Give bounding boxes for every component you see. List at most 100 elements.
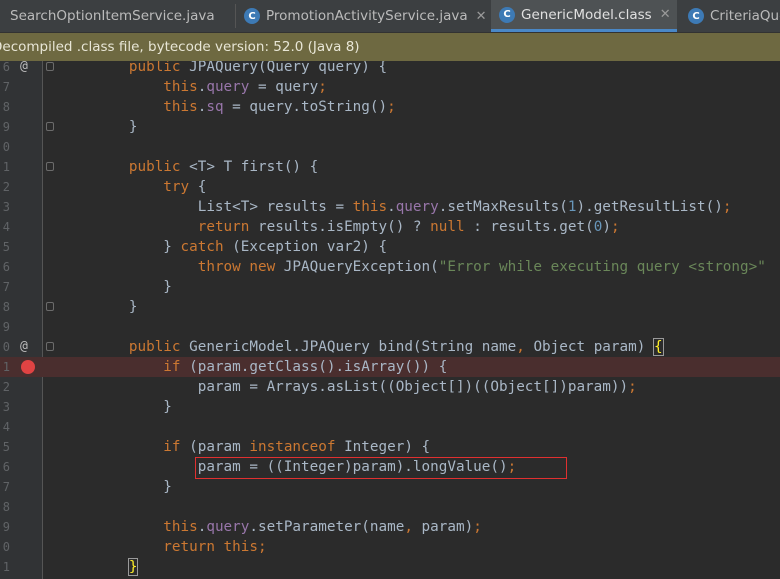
line-number: 3 xyxy=(2,200,10,214)
code-line: 7 this.query = query; xyxy=(0,77,780,97)
fold-icon[interactable] xyxy=(46,342,54,351)
line-number: 8 xyxy=(2,100,10,114)
tab-label: PromotionActivityService.java xyxy=(266,8,468,24)
code-text: } xyxy=(60,399,172,415)
code-line: 2 param = Arrays.asList((Object[])((Obje… xyxy=(0,377,780,397)
code-line: 5 if (param instanceof Integer) { xyxy=(0,437,780,457)
class-c-icon: C xyxy=(244,8,260,24)
code-line: 7 } xyxy=(0,277,780,297)
override-icon[interactable]: @ xyxy=(20,61,28,77)
class-c-icon: C xyxy=(499,6,515,23)
fold-icon[interactable] xyxy=(46,122,54,131)
code-line: 5 } catch (Exception var2) { xyxy=(0,237,780,257)
line-number: 8 xyxy=(2,500,10,514)
line-number: 9 xyxy=(2,120,10,134)
line-number: 9 xyxy=(2,320,10,334)
code-text: List<T> results = this.query.setMaxResul… xyxy=(60,199,732,215)
code-text: return this; xyxy=(163,539,267,555)
fold-icon[interactable] xyxy=(46,302,54,311)
line-number: 2 xyxy=(2,380,10,394)
code-text: this.query.setParameter(name, param); xyxy=(163,519,482,535)
line-number: 1 xyxy=(2,160,10,174)
code-text: this.sq = query.toString(); xyxy=(163,99,396,115)
override-icon[interactable]: @ xyxy=(20,337,28,357)
code-line: 6 throw new JPAQueryException("Error whi… xyxy=(0,257,780,277)
code-line: 6 param = ((Integer)param).longValue(); xyxy=(0,457,780,477)
close-icon[interactable]: ✕ xyxy=(476,9,487,24)
line-number: 6 xyxy=(2,61,10,74)
fold-icon[interactable] xyxy=(46,162,54,171)
code-line: 1 public <T> T first() { xyxy=(0,157,780,177)
code-line: 6 @ public JPAQuery(Query query) { xyxy=(0,61,780,77)
line-number: 1 xyxy=(2,360,10,374)
decompiled-banner: Decompiled .class file, bytecode version… xyxy=(0,33,780,61)
line-number: 4 xyxy=(2,220,10,234)
line-number: 7 xyxy=(2,80,10,94)
code-line: 9 } xyxy=(0,117,780,137)
code-line: 0 @ public GenericModel.JPAQuery bind(St… xyxy=(0,337,780,357)
code-editor[interactable]: 6 @ public JPAQuery(Query query) { 7 thi… xyxy=(0,61,780,579)
line-number: 7 xyxy=(2,480,10,494)
code-line: 8 } xyxy=(0,297,780,317)
code-line: 0 return this; xyxy=(0,537,780,557)
tab-label: GenericModel.class xyxy=(521,6,652,23)
code-text: } xyxy=(60,119,138,135)
line-number: 0 xyxy=(2,540,10,554)
line-number: 8 xyxy=(2,300,10,314)
banner-text: Decompiled .class file, bytecode version… xyxy=(0,39,360,55)
code-line: 0 xyxy=(0,137,780,157)
code-text: } catch (Exception var2) { xyxy=(60,239,388,255)
code-text: if (param.getClass().isArray()) { xyxy=(163,359,448,375)
editor-tab-bar: SearchOptionItemService.java C Promotion… xyxy=(0,0,780,33)
code-line: 9 this.query.setParameter(name, param); xyxy=(0,517,780,537)
tab-label: SearchOptionItemService.java xyxy=(10,8,215,24)
code-text: public <T> T first() { xyxy=(128,159,319,175)
code-line: 1 } xyxy=(0,557,780,577)
code-line: 9 xyxy=(0,317,780,337)
tab-search-option-item-service[interactable]: SearchOptionItemService.java xyxy=(0,0,234,32)
code-line-breakpoint: 1 if (param.getClass().isArray()) { xyxy=(0,357,780,377)
code-line: 4 return results.isEmpty() ? null : resu… xyxy=(0,217,780,237)
code-text: throw new JPAQueryException("Error while… xyxy=(197,259,766,275)
code-line: 7 } xyxy=(0,477,780,497)
line-number: 9 xyxy=(2,520,10,534)
code-text: param = ((Integer)param).longValue(); xyxy=(60,459,517,475)
code-text: } xyxy=(60,299,138,315)
line-number: 5 xyxy=(2,240,10,254)
code-text: public GenericModel.JPAQuery bind(String… xyxy=(128,338,664,356)
code-text: return results.isEmpty() ? null : result… xyxy=(197,219,620,235)
line-number: 0 xyxy=(2,140,10,154)
tab-label: CriteriaQue xyxy=(710,8,780,24)
code-line: 8 this.sq = query.toString(); xyxy=(0,97,780,117)
tab-promotion-activity-service[interactable]: C PromotionActivityService.java ✕ xyxy=(238,0,490,32)
line-number: 4 xyxy=(2,420,10,434)
code-line: 2 try { xyxy=(0,177,780,197)
breakpoint-icon[interactable] xyxy=(21,360,35,374)
line-number: 1 xyxy=(2,560,10,574)
line-number: 6 xyxy=(2,460,10,474)
code-text: if (param instanceof Integer) { xyxy=(163,439,431,455)
code-line: 3 } xyxy=(0,397,780,417)
code-text: try { xyxy=(163,179,207,195)
tab-generic-model[interactable]: C GenericModel.class ✕ xyxy=(491,0,677,32)
line-number: 7 xyxy=(2,280,10,294)
close-icon[interactable]: ✕ xyxy=(660,7,671,22)
code-text: } xyxy=(60,479,172,495)
line-number: 3 xyxy=(2,400,10,414)
tab-divider xyxy=(235,4,236,28)
code-line: 8 xyxy=(0,497,780,517)
code-text: param = Arrays.asList((Object[])((Object… xyxy=(60,379,637,395)
code-line: 3 List<T> results = this.query.setMaxRes… xyxy=(0,197,780,217)
fold-icon[interactable] xyxy=(46,62,54,71)
tab-criteria-query[interactable]: C CriteriaQue xyxy=(680,0,780,32)
line-number: 5 xyxy=(2,440,10,454)
class-c-icon: C xyxy=(688,8,704,24)
line-number: 2 xyxy=(2,180,10,194)
code-line: 4 xyxy=(0,417,780,437)
code-text: public JPAQuery(Query query) { xyxy=(128,61,388,75)
line-number: 6 xyxy=(2,260,10,274)
code-text: this.query = query; xyxy=(163,79,327,95)
line-number: 0 xyxy=(2,340,10,354)
code-text: } xyxy=(60,279,172,295)
code-text: } xyxy=(127,558,139,576)
